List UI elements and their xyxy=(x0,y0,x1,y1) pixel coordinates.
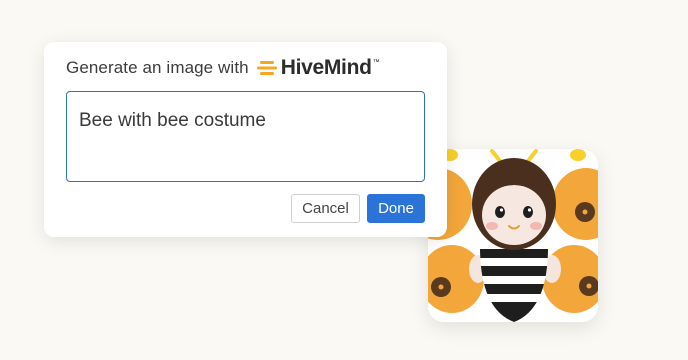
dialog-actions: Cancel Done xyxy=(291,194,425,223)
done-button[interactable]: Done xyxy=(367,194,425,223)
brand-name: HiveMind xyxy=(280,56,372,79)
honeycomb-stripes-icon xyxy=(256,60,277,76)
bee-costume-illustration xyxy=(428,149,598,322)
cancel-button[interactable]: Cancel xyxy=(291,194,360,223)
trademark-mark: ™ xyxy=(372,59,380,66)
scene: Generate an image with HiveMind ™ Bee wi… xyxy=(0,0,688,360)
dialog-header: Generate an image with HiveMind ™ xyxy=(66,56,380,80)
generated-image-card[interactable] xyxy=(428,149,598,322)
brand-logo: HiveMind ™ xyxy=(256,56,380,80)
dialog-title: Generate an image with xyxy=(66,58,249,77)
prompt-input[interactable]: Bee with bee costume xyxy=(66,91,425,182)
generate-image-dialog: Generate an image with HiveMind ™ Bee wi… xyxy=(44,42,447,237)
